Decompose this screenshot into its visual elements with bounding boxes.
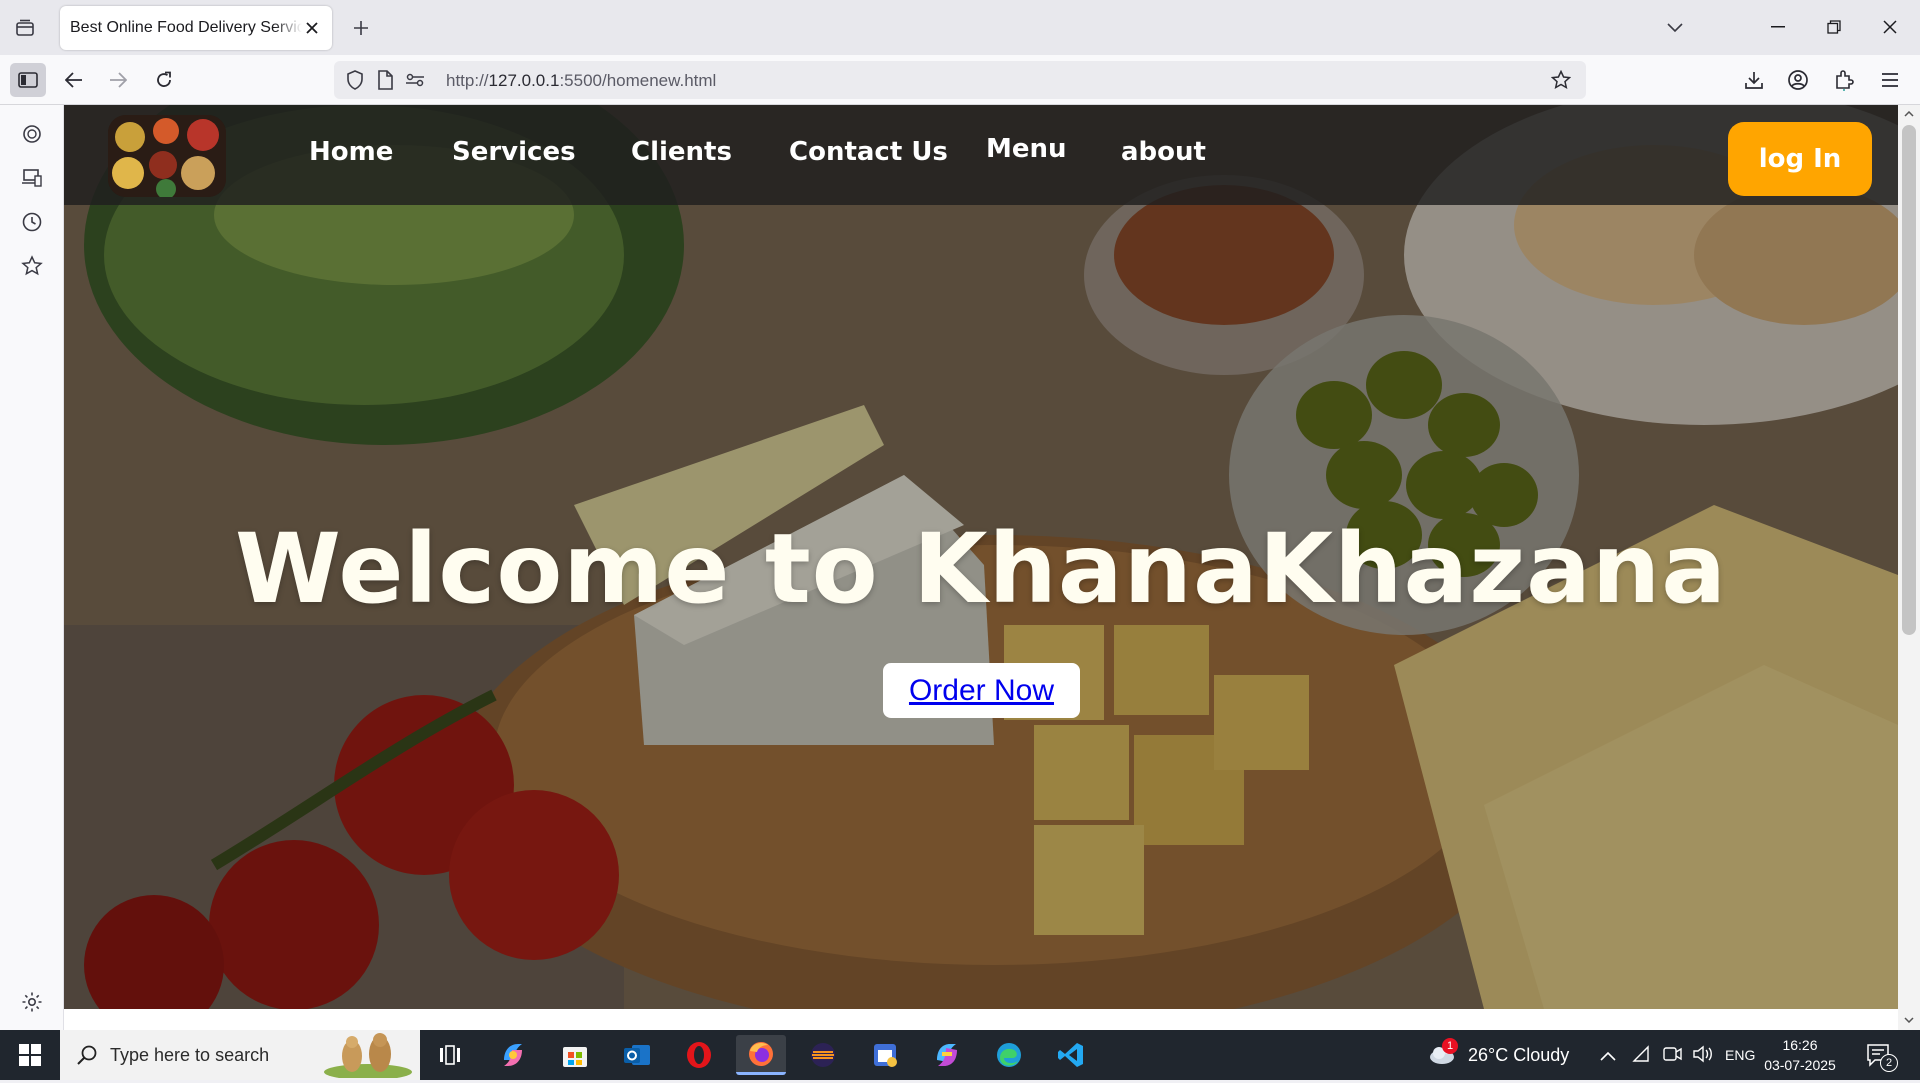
- downloads-icon[interactable]: [1736, 63, 1772, 97]
- scroll-up-icon[interactable]: [1902, 107, 1916, 121]
- clock-time: 16:26: [1782, 1037, 1818, 1053]
- search-icon: [76, 1044, 98, 1071]
- close-tab-icon[interactable]: [302, 18, 322, 38]
- url-path: :5500/homenew.html: [559, 71, 717, 90]
- windows-taskbar: Type here to search 1 26°C Cloudy ENG 16…: [0, 1030, 1920, 1080]
- weather-alert-badge: 1: [1442, 1038, 1458, 1054]
- page-icon[interactable]: [374, 69, 396, 91]
- tab-title: Best Online Food Delivery Service in: [70, 19, 302, 36]
- task-view-icon[interactable]: [425, 1035, 475, 1075]
- scroll-down-icon[interactable]: [1902, 1013, 1916, 1027]
- account-icon[interactable]: [1780, 63, 1816, 97]
- extensions-icon[interactable]: [1826, 63, 1862, 97]
- tab-list-icon[interactable]: [10, 14, 40, 42]
- nav-home[interactable]: Home: [309, 137, 393, 167]
- page-scrollbar[interactable]: [1898, 105, 1920, 1030]
- notification-count-badge: 2: [1880, 1054, 1898, 1072]
- volume-icon[interactable]: [1692, 1045, 1714, 1068]
- back-icon[interactable]: [56, 63, 92, 97]
- minimize-icon[interactable]: [1756, 10, 1800, 44]
- nav-contact-us[interactable]: Contact Us: [789, 137, 948, 167]
- tray-chevron-up-icon[interactable]: [1600, 1048, 1616, 1066]
- tab-bar: Best Online Food Delivery Service in: [0, 0, 1920, 55]
- opera-icon[interactable]: [674, 1035, 724, 1075]
- copilot-icon[interactable]: [488, 1035, 538, 1075]
- url-bar[interactable]: http://127.0.0.1:5500/homenew.html: [334, 61, 1586, 99]
- close-window-icon[interactable]: [1868, 10, 1912, 44]
- vscode-icon[interactable]: [1046, 1035, 1096, 1075]
- navigation-toolbar: http://127.0.0.1:5500/homenew.html: [0, 55, 1920, 105]
- login-button[interactable]: log In: [1728, 122, 1872, 196]
- nav-services[interactable]: Services: [452, 137, 576, 167]
- nav-clients[interactable]: Clients: [631, 137, 732, 167]
- clock-date: 03-07-2025: [1764, 1057, 1836, 1073]
- site-header: Home Services Clients Contact Us Menu ab…: [64, 105, 1898, 205]
- outlook-icon[interactable]: [612, 1035, 662, 1075]
- weather-text[interactable]: 26°C Cloudy: [1468, 1045, 1569, 1066]
- reload-icon[interactable]: [146, 63, 182, 97]
- bookmarks-icon[interactable]: [17, 251, 47, 281]
- microsoft-365-icon[interactable]: [922, 1035, 972, 1075]
- synced-tabs-icon[interactable]: [17, 163, 47, 193]
- clock[interactable]: 16:26 03-07-2025: [1760, 1035, 1840, 1075]
- scrollbar-thumb[interactable]: [1902, 125, 1916, 635]
- bookmark-star-icon[interactable]: [1550, 69, 1572, 91]
- url-scheme: http://: [446, 71, 489, 90]
- firefox-icon[interactable]: [736, 1035, 786, 1075]
- ai-chatbot-icon[interactable]: [17, 119, 47, 149]
- shield-icon[interactable]: [344, 69, 366, 91]
- new-tab-icon[interactable]: [346, 14, 376, 42]
- windows-start-icon[interactable]: [0, 1030, 60, 1080]
- active-tab[interactable]: Best Online Food Delivery Service in: [60, 6, 332, 50]
- taskbar-search[interactable]: Type here to search: [60, 1030, 420, 1080]
- teams-tool-icon[interactable]: [860, 1035, 910, 1075]
- sidebar-toggle-icon[interactable]: [10, 63, 46, 97]
- web-page: Home Services Clients Contact Us Menu ab…: [64, 105, 1898, 1030]
- permissions-icon[interactable]: [404, 69, 426, 91]
- network-icon[interactable]: [1632, 1045, 1650, 1068]
- order-now-button[interactable]: Order Now: [883, 663, 1080, 718]
- forward-icon[interactable]: [100, 63, 136, 97]
- hero-title: Welcome to KhanaKhazana: [234, 513, 1728, 625]
- restore-icon[interactable]: [1812, 10, 1856, 44]
- app-menu-icon[interactable]: [1872, 63, 1908, 97]
- url-text[interactable]: http://127.0.0.1:5500/homenew.html: [446, 71, 716, 91]
- url-host: 127.0.0.1: [488, 71, 560, 90]
- meet-now-icon[interactable]: [1662, 1045, 1682, 1068]
- hero-section: Home Services Clients Contact Us Menu ab…: [64, 105, 1898, 1009]
- search-placeholder: Type here to search: [110, 1045, 270, 1065]
- search-highlight-icon: [322, 1032, 414, 1083]
- browser-sidebar: [0, 105, 64, 1030]
- history-icon[interactable]: [17, 207, 47, 237]
- language-indicator[interactable]: ENG: [1725, 1047, 1755, 1063]
- settings-gear-icon[interactable]: [17, 987, 47, 1017]
- nav-menu[interactable]: Menu: [986, 134, 1067, 164]
- browser-window: Best Online Food Delivery Service in: [0, 0, 1920, 1080]
- edge-icon[interactable]: [984, 1035, 1034, 1075]
- nav-about[interactable]: about: [1121, 137, 1206, 167]
- microsoft-store-icon[interactable]: [550, 1035, 600, 1075]
- chevron-down-icon[interactable]: [1660, 14, 1690, 42]
- eclipse-icon[interactable]: [798, 1035, 848, 1075]
- site-logo[interactable]: [108, 115, 226, 197]
